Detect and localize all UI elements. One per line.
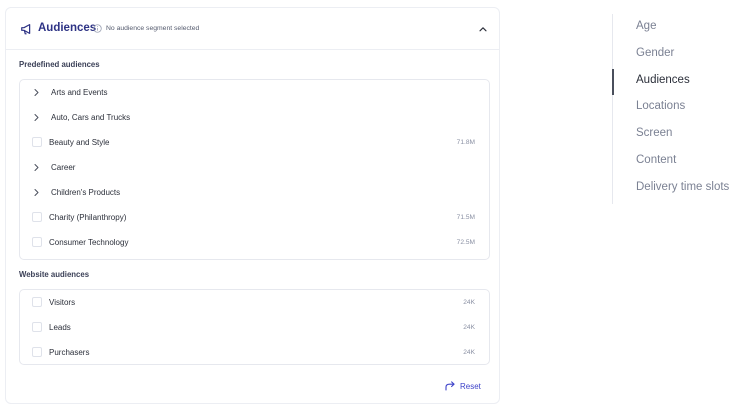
reset-button[interactable]: Reset (444, 381, 481, 391)
audience-row-career[interactable]: Career (20, 155, 489, 180)
nav-active-indicator (612, 68, 614, 95)
chevron-up-icon (479, 27, 487, 32)
audience-checkbox[interactable] (32, 212, 42, 222)
audiences-card-header[interactable]: Audiences No audience segment selected (6, 8, 499, 50)
reset-icon (445, 381, 455, 391)
side-nav: Age Gender Audiences Locations Screen Content… (612, 14, 741, 204)
audience-label: Career (51, 163, 76, 172)
audience-label: Beauty and Style (49, 138, 110, 147)
audience-label: Auto, Cars and Trucks (51, 113, 131, 122)
audience-label: Children's Products (51, 188, 121, 197)
audience-checkbox[interactable] (32, 137, 42, 147)
info-icon[interactable] (93, 24, 102, 33)
audience-row-consumer-technology[interactable]: Consumer Technology 72.5M (20, 230, 489, 255)
audience-checkbox[interactable] (32, 237, 42, 247)
audience-label: Charity (Philanthropy) (49, 213, 127, 222)
collapse-button[interactable] (476, 22, 490, 36)
nav-item-gender[interactable]: Gender (636, 47, 674, 59)
nav-item-audiences[interactable]: Audiences (636, 74, 690, 86)
nav-item-locations[interactable]: Locations (636, 100, 685, 112)
website-audience-checkbox[interactable] (32, 297, 42, 307)
chevron-right-icon[interactable] (33, 163, 40, 172)
audience-row-auto-cars-and-trucks[interactable]: Auto, Cars and Trucks (20, 105, 489, 130)
audiences-subtitle: No audience segment selected (106, 25, 200, 32)
nav-item-age[interactable]: Age (636, 20, 656, 32)
website-audience-row-leads[interactable]: Leads 24K (20, 315, 489, 340)
audience-label: Consumer Technology (49, 238, 129, 247)
website-audience-label: Leads (49, 323, 71, 332)
reset-label: Reset (460, 381, 481, 391)
nav-item-screen[interactable]: Screen (636, 127, 672, 139)
audience-count: 71.5M (456, 214, 475, 221)
website-audience-checkbox[interactable] (32, 347, 42, 357)
website-audience-count: 24K (463, 349, 475, 356)
audience-row-children-s-products[interactable]: Children's Products (20, 180, 489, 205)
audiences-card: Audiences No audience segment selected P… (5, 7, 500, 404)
predefined-audiences-title: Predefined audiences (19, 60, 100, 69)
audience-label: Arts and Events (51, 88, 108, 97)
chevron-right-icon[interactable] (33, 88, 40, 97)
website-audience-checkbox[interactable] (32, 322, 42, 332)
chevron-right-icon[interactable] (33, 188, 40, 197)
website-audiences-title: Website audiences (19, 270, 90, 279)
website-audience-row-visitors[interactable]: Visitors 24K (20, 290, 489, 315)
audience-row-arts-and-events[interactable]: Arts and Events (20, 80, 489, 105)
audience-count: 71.8M (456, 139, 475, 146)
website-audience-count: 24K (463, 324, 475, 331)
website-audience-count: 24K (463, 299, 475, 306)
website-audience-label: Purchasers (49, 348, 90, 357)
website-audience-label: Visitors (49, 298, 76, 307)
nav-item-delivery-time-slots[interactable]: Delivery time slots (636, 181, 729, 193)
nav-item-content[interactable]: Content (636, 154, 676, 166)
megaphone-icon (21, 24, 31, 35)
website-audiences-list: Visitors 24K Leads 24K Purchasers 24K (19, 289, 490, 365)
website-audience-row-purchasers[interactable]: Purchasers 24K (20, 340, 489, 365)
audiences-title: Audiences (38, 22, 97, 34)
predefined-audiences-list: Arts and Events Auto, Cars and Trucks Beau… (19, 79, 490, 260)
audience-count: 72.5M (456, 239, 475, 246)
audience-row-charity-philanthropy[interactable]: Charity (Philanthropy) 71.5M (20, 205, 489, 230)
chevron-right-icon[interactable] (33, 113, 40, 122)
audience-row-beauty-and-style[interactable]: Beauty and Style 71.8M (20, 130, 489, 155)
